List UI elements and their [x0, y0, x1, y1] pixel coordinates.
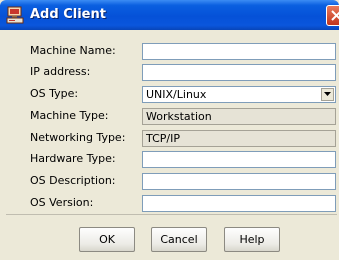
os-version-input[interactable]: [142, 195, 336, 212]
cancel-button[interactable]: Cancel: [151, 227, 207, 252]
close-icon: [331, 10, 339, 21]
networking-type-value: TCP/IP: [146, 132, 180, 145]
machine-type-value: Workstation: [146, 110, 212, 123]
client-form: Machine Name: IP address: OS Type: UNIX/…: [6, 34, 337, 212]
os-version-label: OS Version:: [30, 196, 94, 209]
hardware-type-label: Hardware Type:: [30, 152, 116, 165]
chevron-down-icon: [324, 92, 331, 96]
networking-type-field: TCP/IP: [142, 130, 336, 147]
hardware-type-input[interactable]: [142, 151, 336, 168]
window-title: Add Client: [30, 7, 106, 22]
os-type-label: OS Type:: [30, 87, 79, 100]
add-client-icon: [5, 5, 25, 25]
os-type-value: UNIX/Linux: [146, 88, 207, 101]
add-client-dialog: Add Client Machine Name: IP address: OS …: [0, 0, 339, 260]
os-type-dropdown-button[interactable]: [321, 88, 334, 101]
os-description-input[interactable]: [142, 173, 336, 190]
close-button[interactable]: [326, 5, 339, 26]
button-separator: [6, 214, 337, 215]
ok-button[interactable]: OK: [79, 227, 135, 252]
os-description-label: OS Description:: [30, 174, 116, 187]
title-bar[interactable]: Add Client: [0, 0, 339, 30]
machine-name-input[interactable]: [142, 43, 336, 60]
machine-name-label: Machine Name:: [30, 44, 116, 57]
help-button[interactable]: Help: [224, 227, 280, 252]
ip-address-input[interactable]: [142, 64, 336, 81]
os-type-select[interactable]: UNIX/Linux: [142, 86, 336, 103]
networking-type-label: Networking Type:: [30, 131, 126, 144]
machine-type-field: Workstation: [142, 108, 336, 125]
machine-type-label: Machine Type:: [30, 109, 109, 122]
ip-address-label: IP address:: [30, 65, 91, 78]
